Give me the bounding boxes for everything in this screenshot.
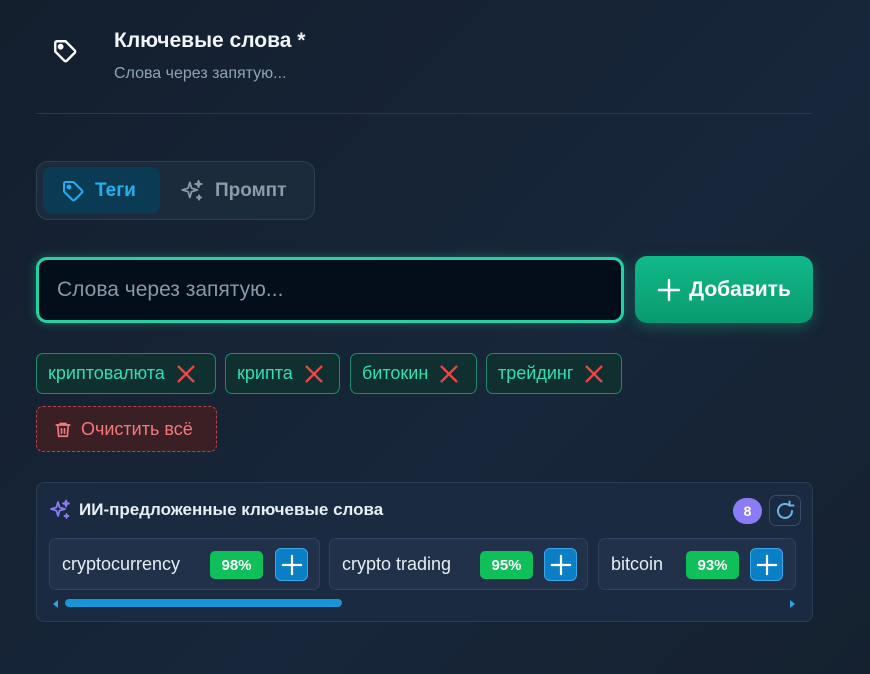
add-button[interactable]: Добавить bbox=[635, 256, 813, 323]
horizontal-scrollbar-thumb[interactable] bbox=[65, 599, 342, 607]
trash-icon bbox=[55, 422, 71, 437]
tab-tags[interactable]: Теги bbox=[43, 167, 160, 214]
plus-icon bbox=[550, 554, 571, 575]
tag-chip: крипта bbox=[225, 353, 340, 394]
suggestion-card: bitcoin 93% bbox=[598, 538, 796, 590]
clear-all-label: Очистить всё bbox=[81, 418, 193, 439]
close-icon[interactable] bbox=[175, 363, 197, 385]
relevance-badge: 98% bbox=[210, 551, 263, 579]
clear-all-button[interactable]: Очистить всё bbox=[36, 406, 217, 452]
relevance-badge: 93% bbox=[686, 551, 739, 579]
add-suggestion-button[interactable] bbox=[544, 548, 577, 581]
suggestion-card: crypto trading 95% bbox=[329, 538, 588, 590]
suggestions-count-badge: 8 bbox=[733, 498, 762, 524]
suggestion-word: cryptocurrency bbox=[62, 554, 181, 574]
tag-chip: битокин bbox=[350, 353, 477, 394]
tab-prompt[interactable]: Промпт bbox=[173, 167, 313, 214]
tag-chip-label: битокин bbox=[362, 363, 429, 383]
tab-prompt-label: Промпт bbox=[215, 179, 287, 201]
tag-chip-label: крипта bbox=[237, 363, 293, 383]
page-title: Ключевые слова * bbox=[114, 29, 306, 52]
tab-tags-label: Теги bbox=[95, 179, 136, 201]
scroll-right-arrow[interactable] bbox=[790, 600, 795, 608]
tag-icon bbox=[54, 40, 77, 63]
relevance-badge: 95% bbox=[480, 551, 533, 579]
refresh-suggestions-button[interactable] bbox=[769, 495, 801, 526]
close-icon[interactable] bbox=[303, 363, 325, 385]
refresh-icon bbox=[777, 500, 795, 519]
sparkles-icon bbox=[181, 179, 203, 201]
tag-chip: трейдинг bbox=[486, 353, 622, 394]
tag-icon bbox=[63, 180, 84, 201]
suggestion-card: cryptocurrency 98% bbox=[49, 538, 320, 590]
ai-suggestions-panel: ИИ-предложенные ключевые слова 8 cryptoc… bbox=[36, 482, 813, 622]
close-icon[interactable] bbox=[438, 363, 460, 385]
tag-chip-label: криптовалюта bbox=[48, 363, 165, 383]
suggestion-word: bitcoin bbox=[611, 554, 664, 574]
suggestions-title: ИИ-предложенные ключевые слова bbox=[79, 500, 384, 519]
plus-icon bbox=[657, 278, 681, 301]
tag-chip: криптовалюта bbox=[36, 353, 216, 394]
add-button-label: Добавить bbox=[689, 277, 791, 301]
keywords-input[interactable] bbox=[36, 257, 624, 323]
plus-icon bbox=[281, 554, 302, 575]
mode-toggle: Теги Промпт bbox=[36, 161, 315, 220]
add-suggestion-button[interactable] bbox=[275, 548, 308, 581]
page-subtitle: Слова через запятую... bbox=[114, 65, 287, 82]
tag-chip-label: трейдинг bbox=[498, 363, 574, 383]
suggestion-word: crypto trading bbox=[342, 554, 452, 574]
close-icon[interactable] bbox=[583, 363, 605, 385]
plus-icon bbox=[756, 554, 777, 575]
add-suggestion-button[interactable] bbox=[750, 548, 783, 581]
scroll-left-arrow[interactable] bbox=[53, 600, 58, 608]
keywords-header: Ключевые слова * Слова через запятую... bbox=[36, 26, 812, 114]
sparkles-icon bbox=[50, 499, 70, 519]
